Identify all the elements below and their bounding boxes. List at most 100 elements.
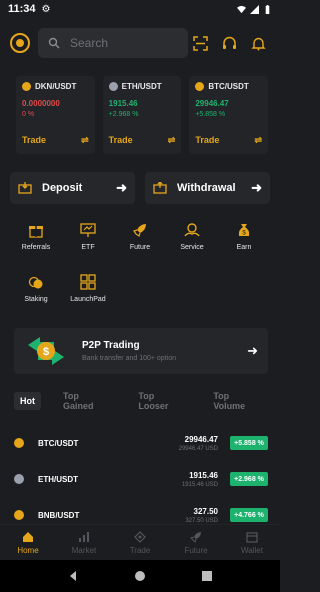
ticker-pair: DKN/USDT [35, 82, 77, 91]
nav-future[interactable]: Future [168, 525, 224, 560]
tab-top-looser[interactable]: Top Looser [132, 387, 191, 415]
bar-chart-icon [79, 531, 89, 542]
eth-coin-icon [14, 474, 24, 484]
p2p-title: P2P Trading [82, 340, 140, 351]
ticker-card[interactable]: BTC/USDT 29946.47 +5.858 % Trade ⇌ [189, 76, 269, 154]
coins-icon [28, 276, 43, 289]
ticker-card[interactable]: DKN/USDT 0.0000000 0 % Trade ⇌ [16, 76, 95, 154]
back-icon[interactable] [67, 570, 79, 582]
service-button[interactable]: Service [166, 222, 218, 264]
launchpad-icon [80, 274, 96, 290]
ticker-trade-button[interactable]: Trade ⇌ [195, 135, 262, 146]
home-circle-icon[interactable] [134, 570, 146, 582]
bottom-navigation: Home Market Trade Future Wallet [0, 524, 280, 560]
ticker-pair: ETH/USDT [121, 82, 162, 91]
swap-icon: ⇌ [81, 135, 89, 145]
recents-icon[interactable] [201, 570, 213, 582]
grid-label: Future [129, 244, 151, 251]
tab-top-volume[interactable]: Top Volume [207, 387, 268, 415]
status-bar: 11:34 ⚙ [0, 0, 280, 18]
ticker-price: 0.0000000 [22, 99, 60, 108]
market-usd: 1915.46 USD [181, 481, 218, 488]
status-icons [237, 4, 272, 14]
p2p-exchange-icon: $ [28, 337, 64, 365]
nav-home[interactable]: Home [0, 525, 56, 560]
top-icons [193, 35, 270, 51]
scan-icon[interactable] [193, 35, 208, 51]
launchpad-button[interactable]: LaunchPad [62, 274, 114, 316]
ticker-price: 1915.46 [108, 99, 138, 108]
tab-hot[interactable]: Hot [14, 392, 41, 410]
btc-coin-icon [14, 438, 24, 448]
search-icon [48, 37, 60, 49]
nav-label: Market [71, 545, 97, 555]
search-box[interactable] [38, 28, 188, 58]
change-badge: +5.858 % [230, 436, 268, 450]
ticker-trade-button[interactable]: Trade ⇌ [22, 135, 89, 146]
nav-market[interactable]: Market [56, 525, 112, 560]
ticker-trade-button[interactable]: Trade ⇌ [109, 135, 176, 146]
profile-avatar-icon[interactable] [10, 33, 30, 53]
market-price: 327.50 [193, 506, 218, 516]
earn-button[interactable]: $ Earn [218, 222, 270, 264]
nav-label: Future [184, 545, 208, 555]
ticker-change: 0 % [22, 111, 35, 118]
grid-label: Earn [236, 244, 252, 251]
nav-label: Wallet [241, 545, 263, 555]
market-list: BTC/USDT 29946.47 29946.47 USD +5.858 % … [14, 425, 268, 533]
market-tabs: Hot Top Gained Top Looser Top Volume [14, 390, 268, 412]
market-pair: BNB/USDT [38, 510, 80, 520]
rocket-icon [190, 531, 201, 543]
market-pair: ETH/USDT [38, 474, 78, 484]
withdrawal-label: Withdrawal [177, 182, 236, 194]
market-usd: 29946.47 USD [178, 445, 218, 452]
grid-label: Staking [24, 296, 48, 303]
trade-label: Trade [22, 135, 47, 145]
status-time: 11:34 [8, 3, 36, 15]
market-price: 1915.46 [189, 470, 218, 480]
withdrawal-button[interactable]: Withdrawal ➜ [145, 172, 270, 204]
bell-icon[interactable] [251, 36, 266, 51]
eth-coin-icon [108, 82, 118, 91]
future-button[interactable]: Future [114, 222, 166, 264]
withdrawal-icon [153, 182, 167, 194]
headset-icon[interactable] [222, 36, 237, 51]
grid-label: Service [180, 244, 204, 251]
ticker-card[interactable]: ETH/USDT 1915.46 +2.968 % Trade ⇌ [102, 76, 182, 154]
arrow-right-icon: ➜ [251, 180, 262, 195]
nav-wallet[interactable]: Wallet [224, 525, 280, 560]
deposit-label: Deposit [42, 182, 83, 194]
money-bag-icon: $ [238, 224, 250, 237]
deposit-withdraw-actions: Deposit ➜ Withdrawal ➜ [10, 172, 270, 204]
service-icon [184, 223, 200, 237]
trade-label: Trade [195, 135, 220, 145]
deposit-button[interactable]: Deposit ➜ [10, 172, 135, 204]
market-price: 29946.47 [184, 434, 218, 444]
nav-trade[interactable]: Trade [112, 525, 168, 560]
grid-label: ETF [81, 244, 95, 251]
market-row[interactable]: ETH/USDT 1915.46 1915.46 USD +2.968 % [14, 461, 268, 497]
top-bar [10, 27, 270, 59]
referrals-button[interactable]: Referrals [10, 222, 62, 264]
ticker-cards: DKN/USDT 0.0000000 0 % Trade ⇌ ETH/USDT 1… [16, 76, 269, 154]
presentation-icon [80, 223, 96, 237]
tab-top-gained[interactable]: Top Gained [57, 387, 116, 415]
change-badge: +2.968 % [230, 472, 268, 486]
nav-label: Trade [129, 545, 151, 555]
p2p-subtitle: Bank transfer and 100+ option [82, 355, 176, 362]
home-icon [23, 531, 33, 542]
dkn-coin-icon [22, 82, 31, 91]
ticker-price: 29946.47 [195, 99, 229, 108]
bnb-coin-icon [14, 510, 24, 520]
gift-icon [29, 226, 43, 238]
p2p-trading-banner[interactable]: $ P2P Trading Bank transfer and 100+ opt… [14, 328, 268, 374]
wifi-icon [237, 5, 246, 13]
change-badge: +4.766 % [230, 508, 268, 522]
trade-icon [134, 530, 146, 543]
etf-button[interactable]: ETF [62, 222, 114, 264]
grid-label: Referrals [21, 244, 51, 251]
staking-button[interactable]: Staking [10, 274, 62, 316]
search-input[interactable] [70, 36, 170, 50]
market-usd: 327.50 USD [185, 517, 218, 524]
market-row[interactable]: BTC/USDT 29946.47 29946.47 USD +5.858 % [14, 425, 268, 461]
